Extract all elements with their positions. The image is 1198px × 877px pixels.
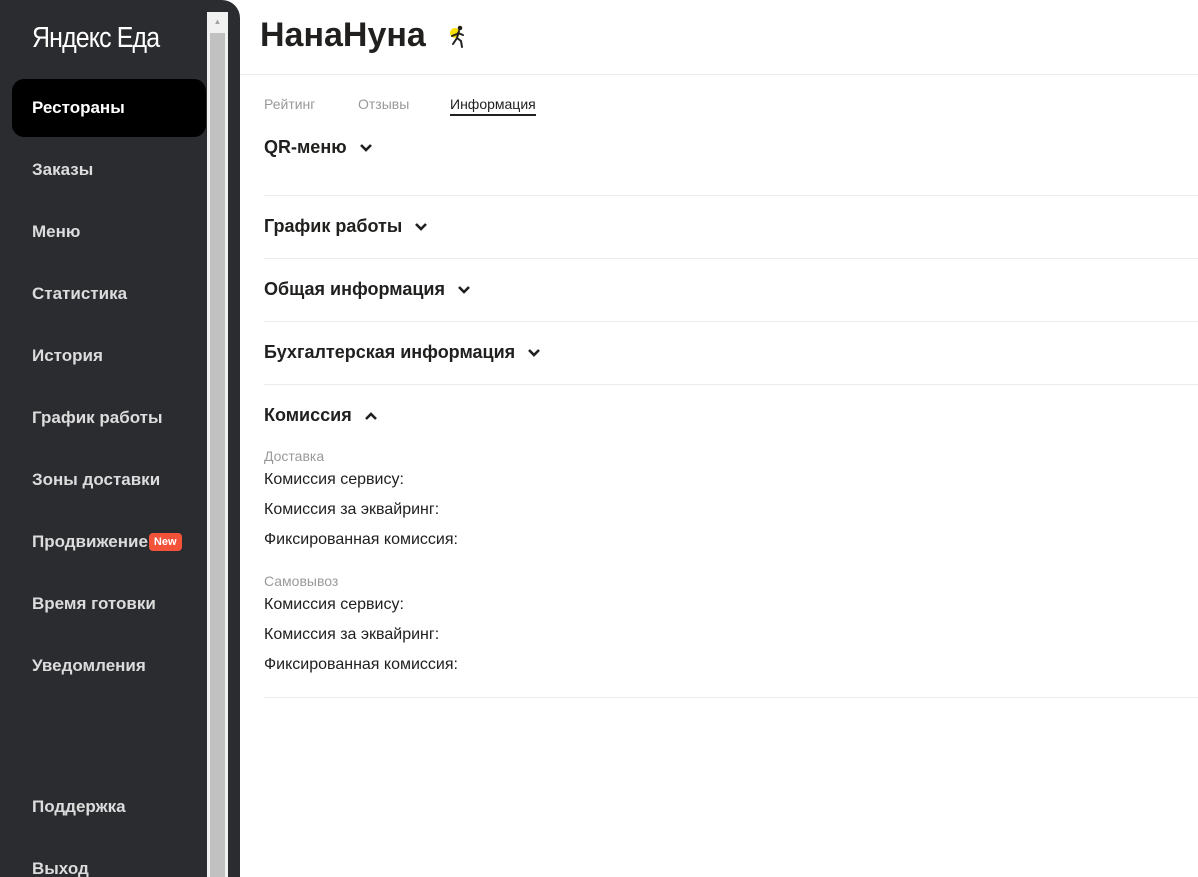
section-divider bbox=[264, 258, 1198, 259]
sidebar-item-history[interactable]: История bbox=[12, 327, 206, 385]
sidebar-item-cooking-time[interactable]: Время готовки bbox=[12, 575, 206, 633]
chevron-down-icon bbox=[415, 222, 428, 231]
sidebar-item-label: График работы bbox=[32, 408, 163, 427]
courier-icon bbox=[450, 25, 464, 48]
section-title-label: Общая информация bbox=[264, 279, 445, 299]
sidebar-item-promotion[interactable]: Продвижение New bbox=[12, 513, 206, 571]
section-divider bbox=[264, 384, 1198, 385]
delivery-service-commission: Комиссия сервису: bbox=[264, 471, 404, 488]
section-title-label: QR-меню bbox=[264, 137, 347, 157]
sidebar-item-label: Продвижение bbox=[32, 532, 148, 551]
section-general-info[interactable]: Общая информация bbox=[264, 279, 471, 300]
section-title-label: График работы bbox=[264, 216, 403, 236]
delivery-fixed-commission: Фиксированная комиссия: bbox=[264, 531, 458, 548]
chevron-down-icon bbox=[528, 348, 541, 357]
sidebar-item-label: Зоны доставки bbox=[32, 470, 161, 489]
sidebar-item-notifications[interactable]: Уведомления bbox=[12, 637, 206, 695]
pickup-service-commission: Комиссия сервису: bbox=[264, 596, 404, 613]
section-divider bbox=[264, 195, 1198, 196]
sidebar-item-label: Поддержка bbox=[32, 797, 126, 816]
chevron-down-icon bbox=[359, 143, 372, 152]
sidebar-item-label: История bbox=[32, 346, 103, 365]
logo[interactable]: Яндекс Еда bbox=[32, 22, 160, 55]
section-title-label: Комиссия bbox=[264, 405, 352, 425]
sidebar-item-delivery-zones[interactable]: Зоны доставки bbox=[12, 451, 206, 509]
sidebar: Яндекс Еда Рестораны Заказы Меню Статист… bbox=[0, 0, 240, 877]
sidebar-item-statistics[interactable]: Статистика bbox=[12, 265, 206, 323]
sidebar-item-orders[interactable]: Заказы bbox=[12, 141, 206, 199]
new-badge: New bbox=[148, 533, 182, 551]
section-schedule[interactable]: График работы bbox=[264, 216, 428, 237]
page-title: НанаНуна bbox=[260, 16, 426, 54]
sidebar-item-label: Выход bbox=[32, 859, 89, 877]
sidebar-item-label: Время готовки bbox=[32, 594, 156, 613]
pickup-acquiring-commission: Комиссия за эквайринг: bbox=[264, 626, 440, 643]
tab-rating[interactable]: Рейтинг bbox=[264, 96, 315, 114]
section-accounting-info[interactable]: Бухгалтерская информация bbox=[264, 342, 541, 363]
pickup-fixed-commission: Фиксированная комиссия: bbox=[264, 656, 458, 673]
section-divider bbox=[264, 697, 1198, 698]
scroll-up-arrow-icon[interactable]: ▲ bbox=[207, 12, 228, 32]
delivery-acquiring-commission: Комиссия за эквайринг: bbox=[264, 501, 440, 518]
section-commission[interactable]: Комиссия bbox=[264, 405, 378, 426]
sidebar-item-menu[interactable]: Меню bbox=[12, 203, 206, 261]
main-content: НанаНуна Рейтинг Отзывы Информация QR-ме… bbox=[240, 0, 1198, 877]
scroll-thumb[interactable] bbox=[210, 33, 225, 877]
header-divider bbox=[240, 74, 1198, 75]
sidebar-item-label: Рестораны bbox=[32, 98, 125, 117]
tab-information[interactable]: Информация bbox=[450, 96, 536, 116]
section-qr-menu[interactable]: QR-меню bbox=[264, 137, 373, 158]
chevron-up-icon bbox=[364, 411, 377, 420]
section-title-label: Бухгалтерская информация bbox=[264, 342, 516, 362]
sidebar-item-label: Статистика bbox=[32, 284, 128, 303]
delivery-label: Доставка bbox=[264, 448, 325, 464]
sidebar-item-label: Меню bbox=[32, 222, 81, 241]
sidebar-item-restaurants[interactable]: Рестораны bbox=[12, 79, 206, 137]
sidebar-item-label: Заказы bbox=[32, 160, 94, 179]
pickup-label: Самовывоз bbox=[264, 573, 339, 589]
sidebar-item-schedule[interactable]: График работы bbox=[12, 389, 206, 447]
section-divider bbox=[264, 321, 1198, 322]
chevron-down-icon bbox=[458, 285, 470, 294]
tab-reviews[interactable]: Отзывы bbox=[358, 96, 409, 114]
sidebar-item-support[interactable]: Поддержка bbox=[12, 778, 206, 836]
sidebar-item-label: Уведомления bbox=[32, 656, 146, 675]
sidebar-item-logout[interactable]: Выход bbox=[12, 840, 206, 877]
sidebar-scrollbar[interactable]: ▲ bbox=[207, 12, 228, 877]
